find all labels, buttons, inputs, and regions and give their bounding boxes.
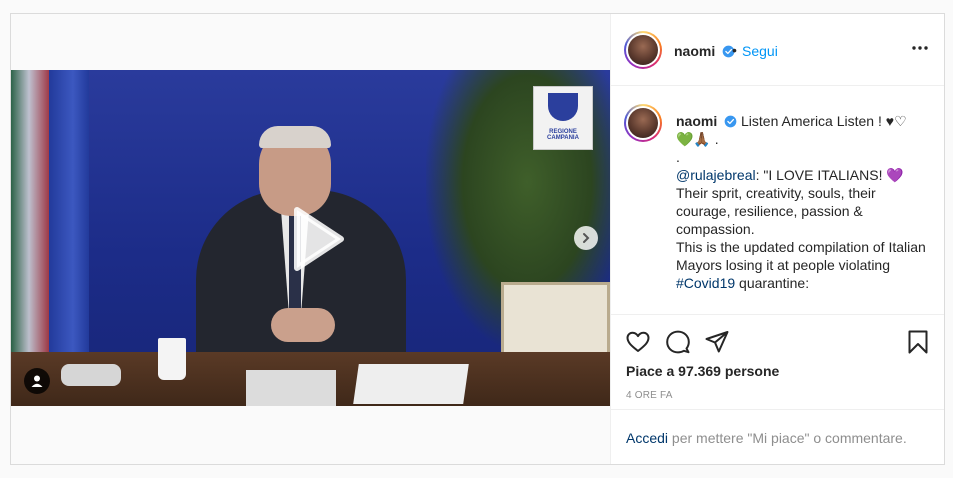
caption-text: naomi Listen America Listen ! ♥♡ 💚🙏🏾 . .…: [676, 112, 926, 292]
likes-count[interactable]: Piace a 97.369 persone: [626, 363, 779, 379]
video-player[interactable]: REGIONE CAMPANIA: [11, 70, 610, 406]
person-hands: [271, 308, 335, 342]
bookmark-icon[interactable]: [905, 329, 931, 355]
comment-icon[interactable]: [665, 329, 691, 355]
caption-first-line: naomi Listen America Listen ! ♥♡: [676, 112, 926, 130]
login-prompt-text: Accedi per mettere "Mi piace" o commenta…: [626, 430, 907, 446]
desk-papers: [246, 370, 336, 406]
caption-avatar[interactable]: [624, 104, 662, 142]
more-horizontal-icon[interactable]: [910, 38, 930, 58]
verified-badge-icon: [724, 115, 737, 128]
paper-cup: [158, 338, 186, 380]
caption-body-2-line: This is the updated compilation of Itali…: [676, 238, 926, 292]
caption-quote-line: @rulajebreal: "I LOVE ITALIANS! 💜: [676, 166, 926, 184]
caption-body-3: quarantine:: [735, 275, 810, 291]
caption-username[interactable]: naomi: [676, 113, 717, 129]
avatar[interactable]: [624, 31, 662, 69]
post-sidebar: naomi • Segui naomi Listen America Liste…: [610, 14, 944, 464]
caption-line-1: Listen America Listen ! ♥♡: [741, 113, 907, 129]
media-column: REGIONE CAMPANIA: [11, 14, 611, 464]
mention-link[interactable]: @rulajebreal: [676, 167, 756, 183]
flag-italy: [11, 70, 51, 360]
picture-frame: [501, 282, 610, 357]
post-header: naomi • Segui: [610, 14, 944, 86]
desk-phone: [61, 364, 121, 386]
separator-dot: •: [732, 42, 737, 58]
caption-line-3: .: [676, 149, 680, 165]
caption-body-2: This is the updated compilation of Itali…: [676, 239, 926, 273]
login-link[interactable]: Accedi: [626, 430, 668, 446]
desk-papers-right: [353, 364, 469, 404]
post-timestamp[interactable]: 4 ORE FA: [626, 390, 673, 401]
heart-icon[interactable]: [625, 329, 651, 355]
caption-line-2: 💚🙏🏾 .: [676, 131, 719, 147]
action-bar: Piace a 97.369 persone 4 ORE FA: [610, 314, 944, 414]
emblem-text: REGIONE CAMPANIA: [547, 129, 579, 141]
header-username[interactable]: naomi: [674, 43, 735, 59]
follow-button[interactable]: Segui: [742, 43, 778, 59]
play-icon[interactable]: [279, 204, 349, 274]
chevron-right-icon[interactable]: [574, 226, 598, 250]
caption-quote: : "I LOVE ITALIANS! 💜: [755, 167, 904, 183]
login-prompt: Accedi per mettere "Mi piace" o commenta…: [610, 409, 944, 464]
hashtag-link[interactable]: #Covid19: [676, 275, 735, 291]
caption-body-1: Their sprit, creativity, souls, their co…: [676, 185, 876, 237]
user-tag-icon[interactable]: [24, 368, 50, 394]
person-hair: [259, 126, 331, 148]
username-text[interactable]: naomi: [674, 43, 715, 59]
emblem-shield: [548, 93, 578, 121]
flag-eu: [49, 70, 89, 360]
post-card: REGIONE CAMPANIA naomi • Segui naomi Lis…: [10, 13, 945, 465]
paper-plane-icon[interactable]: [704, 329, 730, 355]
region-emblem: REGIONE CAMPANIA: [533, 86, 593, 150]
caption-area: naomi Listen America Listen ! ♥♡ 💚🙏🏾 . .…: [610, 86, 944, 314]
login-prompt-rest: per mettere "Mi piace" o commentare.: [668, 430, 907, 446]
